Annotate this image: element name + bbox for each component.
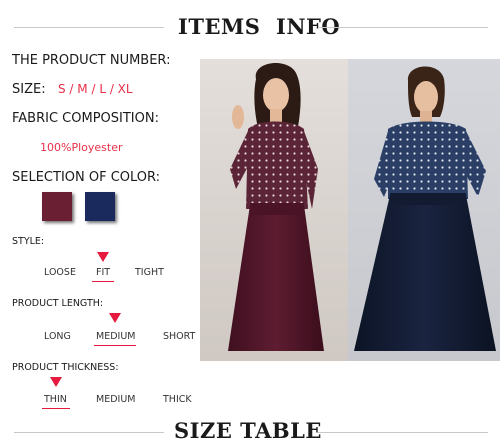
- color-swatch-burgundy[interactable]: [42, 192, 72, 221]
- product-photo-burgundy: [200, 59, 348, 361]
- product-number-label: THE PRODUCT NUMBER:: [12, 53, 171, 68]
- fabric-value: 100%Ployester: [40, 141, 123, 154]
- length-option-long: LONG: [44, 331, 71, 342]
- length-selected-underline: [94, 345, 136, 346]
- length-option-medium: MEDIUM: [96, 331, 136, 342]
- style-option-fit: FIT: [96, 267, 111, 278]
- color-swatch-navy[interactable]: [85, 192, 115, 221]
- fabric-label: FABRIC COMPOSITION:: [12, 111, 159, 126]
- style-selected-marker-icon: [97, 252, 109, 262]
- length-option-short: SHORT: [163, 331, 196, 342]
- footer-divider-right: [318, 432, 488, 433]
- style-option-tight: TIGHT: [135, 267, 164, 278]
- size-value: S / M / L / XL: [58, 82, 133, 96]
- thickness-selected-underline: [42, 408, 70, 409]
- length-label: PRODUCT LENGTH:: [12, 298, 104, 309]
- style-option-loose: LOOSE: [44, 267, 76, 278]
- style-label: STYLE:: [12, 236, 45, 247]
- footer-divider-left: [14, 432, 164, 433]
- length-selected-marker-icon: [109, 313, 121, 323]
- thickness-label: PRODUCT THICKNESS:: [12, 362, 119, 373]
- header-divider-left: [14, 27, 164, 28]
- style-selected-underline: [92, 281, 114, 282]
- size-label: SIZE:: [12, 82, 46, 97]
- thickness-selected-marker-icon: [50, 377, 62, 387]
- thickness-option-thick: THICK: [163, 394, 192, 405]
- header-divider-right: [318, 27, 488, 28]
- thickness-option-thin: THIN: [44, 394, 67, 405]
- product-photo-navy: [348, 59, 500, 361]
- color-label: SELECTION OF COLOR:: [12, 170, 161, 185]
- thickness-option-medium: MEDIUM: [96, 394, 136, 405]
- footer-title: SIZE TABLE: [174, 418, 322, 443]
- header-title: ITEMS INFO: [178, 14, 341, 39]
